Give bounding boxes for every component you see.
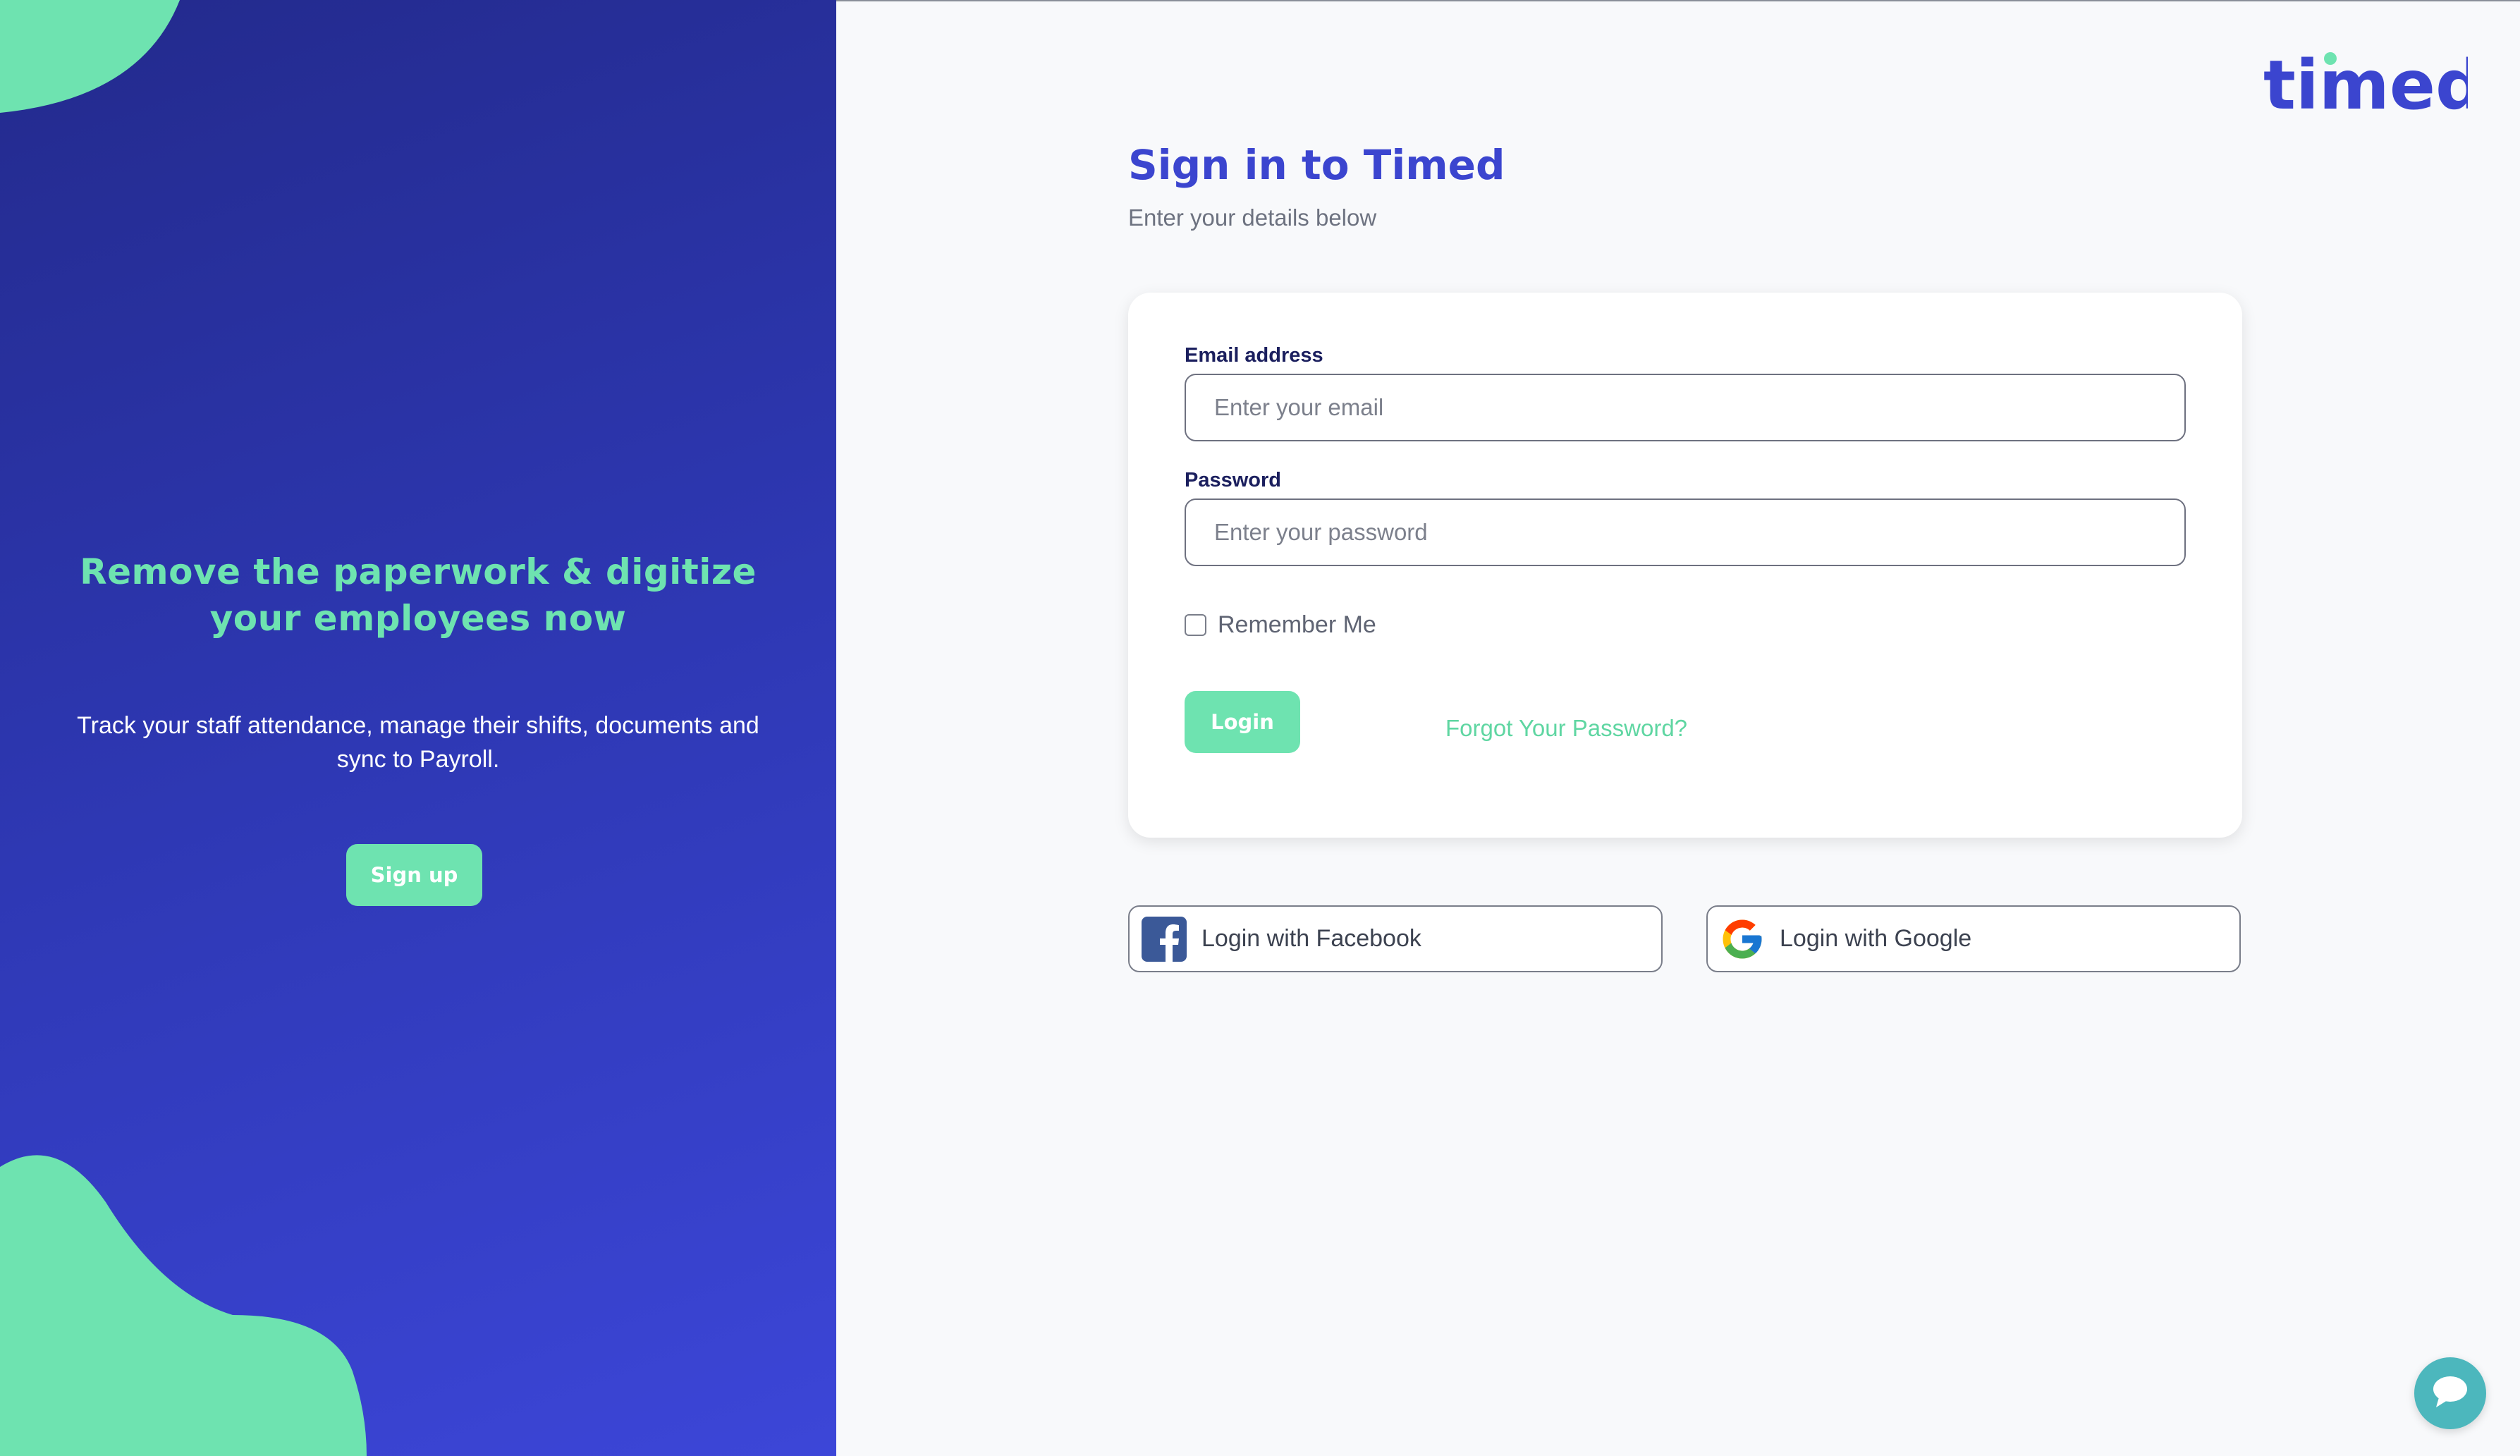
chat-bubble-icon	[2429, 1372, 2471, 1415]
decorative-blob-bottom	[0, 1155, 367, 1456]
decorative-blob-top	[0, 0, 180, 113]
email-field[interactable]	[1185, 374, 2186, 441]
google-icon	[1719, 916, 1766, 962]
google-login-button[interactable]: Login with Google	[1706, 905, 2241, 972]
promo-title: Remove the paperwork & digitize your emp…	[80, 551, 757, 639]
promo-panel: Remove the paperwork & digitize your emp…	[0, 0, 836, 1456]
timed-logo: timed	[2263, 47, 2468, 117]
google-login-label: Login with Google	[1780, 925, 1972, 952]
login-button[interactable]: Login	[1185, 691, 1300, 753]
promo-text: Track your staff attendance, manage thei…	[77, 712, 759, 773]
page-subtitle: Enter your details below	[1128, 204, 1377, 231]
logo-wordmark: timed	[2263, 47, 2468, 117]
remember-me-label: Remember Me	[1218, 611, 1376, 638]
remember-me-checkbox[interactable]	[1185, 614, 1206, 636]
password-label: Password	[1185, 469, 1281, 491]
password-field[interactable]	[1185, 498, 2186, 566]
top-divider	[836, 0, 2520, 1]
login-card: Email address Password Remember Me Login	[1128, 293, 2242, 838]
page-title: Sign in to Timed	[1128, 141, 1505, 189]
facebook-icon	[1141, 916, 1187, 962]
facebook-login-button[interactable]: Login with Facebook	[1128, 905, 1663, 972]
email-label: Email address	[1185, 344, 1323, 367]
chat-widget-button[interactable]	[2414, 1357, 2486, 1429]
sign-up-button[interactable]: Sign up	[346, 844, 482, 906]
forgot-password-link[interactable]: Forgot Your Password?	[1445, 715, 1687, 742]
facebook-login-label: Login with Facebook	[1201, 925, 1421, 952]
remember-me[interactable]: Remember Me	[1185, 611, 1376, 639]
